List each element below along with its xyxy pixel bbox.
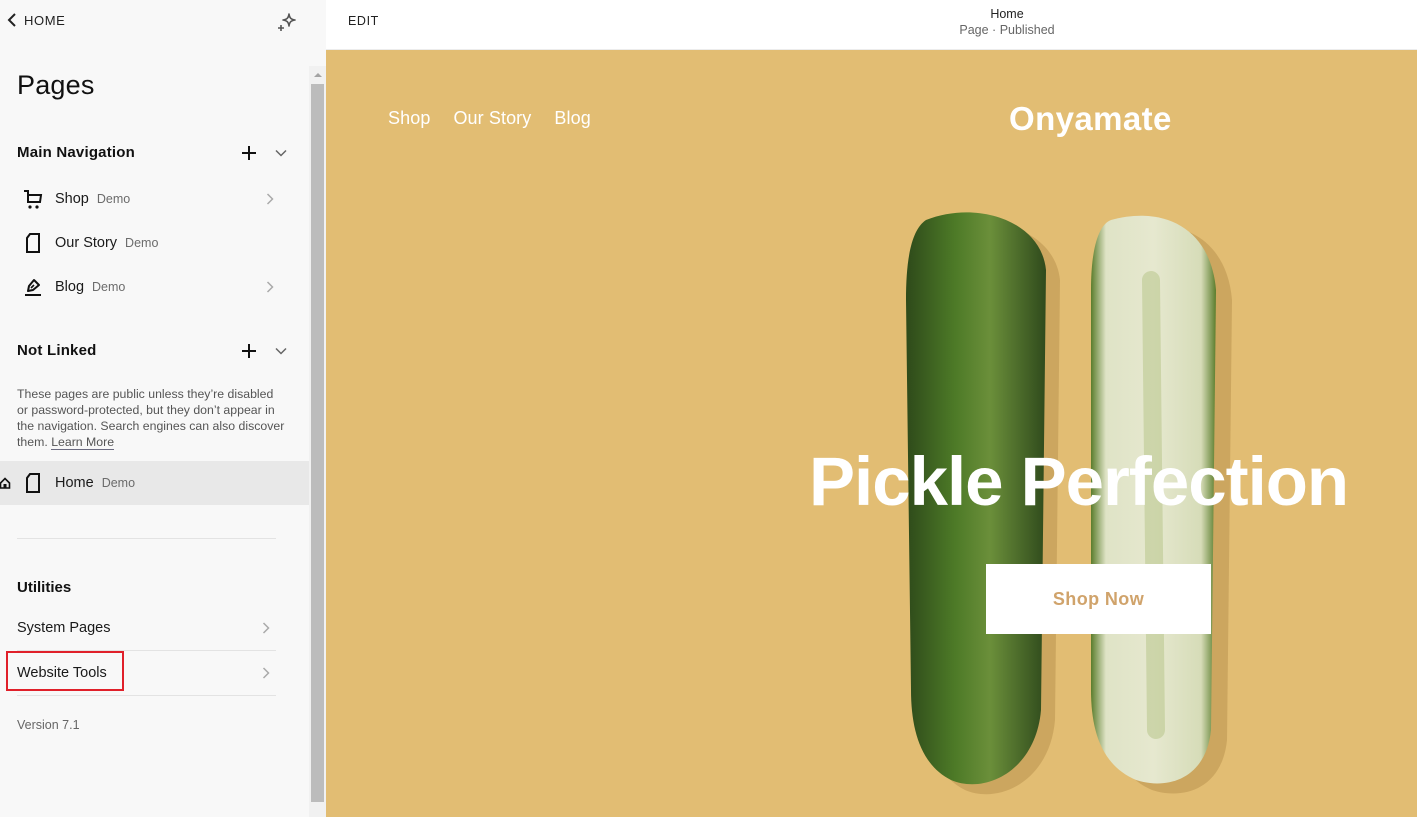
shop-now-button[interactable]: Shop Now [986, 564, 1211, 634]
divider [17, 695, 276, 696]
editor-topbar: EDIT Home Page · Published [326, 0, 1417, 50]
nav-item-label: Our Story Demo [55, 235, 159, 251]
page-info: Home Page · Published [907, 6, 1107, 38]
not-linked-header: Not Linked [17, 342, 287, 359]
utility-website-tools[interactable]: Website Tools [17, 651, 276, 695]
learn-more-link[interactable]: Learn More [51, 435, 115, 450]
page-status: Page · Published [959, 23, 1055, 37]
not-linked-label: Not Linked [17, 342, 97, 359]
demo-tag: Demo [101, 476, 136, 490]
site-preview-area: EDIT Home Page · Published Shop Our Stor… [326, 0, 1417, 817]
site-nav-shop[interactable]: Shop [388, 108, 430, 129]
main-navigation-header: Main Navigation [17, 144, 287, 161]
utilities-label: Utilities [17, 579, 72, 596]
ai-sparkle-icon[interactable] [276, 11, 298, 33]
cart-icon [22, 188, 44, 210]
page-name: Home [990, 7, 1024, 21]
page-icon [22, 232, 44, 254]
demo-tag: Demo [125, 236, 159, 250]
site-nav-our-story[interactable]: Our Story [453, 108, 531, 129]
nav-item-label: Home Demo [55, 475, 136, 491]
chevron-right-icon [266, 193, 274, 205]
app: HOME Pages Main Navigation Shop Demo Our … [0, 0, 1417, 817]
chevron-left-icon [7, 13, 16, 27]
shop-now-label: Shop Now [1052, 588, 1145, 609]
chevron-right-icon [262, 667, 270, 679]
add-page-plus-icon[interactable] [241, 343, 257, 359]
blog-pen-icon [22, 276, 44, 298]
hero-section: Shop Our Story Blog Onyamate Pickle Perf… [326, 50, 1417, 817]
add-page-plus-icon[interactable] [241, 145, 257, 161]
nav-item-shop[interactable]: Shop Demo [0, 177, 309, 221]
scroll-up-arrow-icon[interactable] [309, 66, 326, 84]
demo-tag: Demo [96, 192, 131, 206]
site-nav: Shop Our Story Blog [388, 108, 591, 129]
nav-item-home[interactable]: Home Demo [0, 461, 309, 505]
nav-item-label: Shop Demo [55, 191, 131, 207]
page-icon [22, 472, 44, 494]
back-to-home-link[interactable]: HOME [6, 12, 65, 28]
homepage-house-icon [0, 477, 11, 489]
utility-label: Website Tools [17, 665, 107, 681]
panel-title: Pages [17, 70, 95, 100]
nav-item-label: Blog Demo [55, 279, 126, 295]
chevron-right-icon [266, 281, 274, 293]
demo-tag: Demo [92, 280, 126, 294]
scroll-thumb[interactable] [311, 84, 324, 802]
utility-system-pages[interactable]: System Pages [17, 606, 276, 650]
back-label: HOME [24, 12, 66, 28]
site-brand-logo[interactable]: Onyamate [1009, 100, 1172, 138]
version-label: Version 7.1 [17, 718, 80, 732]
divider [17, 538, 276, 539]
nav-item-blog[interactable]: Blog Demo [0, 265, 309, 309]
sidebar-scrollbar[interactable] [309, 66, 326, 817]
nav-item-our-story[interactable]: Our Story Demo [0, 221, 309, 265]
site-nav-blog[interactable]: Blog [554, 108, 590, 129]
edit-button[interactable]: EDIT [348, 14, 379, 28]
hero-headline: Pickle Perfection [809, 443, 1349, 520]
collapse-chevron-icon[interactable] [275, 347, 287, 355]
chevron-right-icon [262, 622, 270, 634]
utility-label: System Pages [17, 620, 111, 636]
not-linked-description: These pages are public unless they’re di… [17, 387, 285, 450]
pages-panel: HOME Pages Main Navigation Shop Demo Our … [0, 0, 326, 817]
collapse-chevron-icon[interactable] [275, 149, 287, 157]
main-navigation-label: Main Navigation [17, 144, 136, 161]
